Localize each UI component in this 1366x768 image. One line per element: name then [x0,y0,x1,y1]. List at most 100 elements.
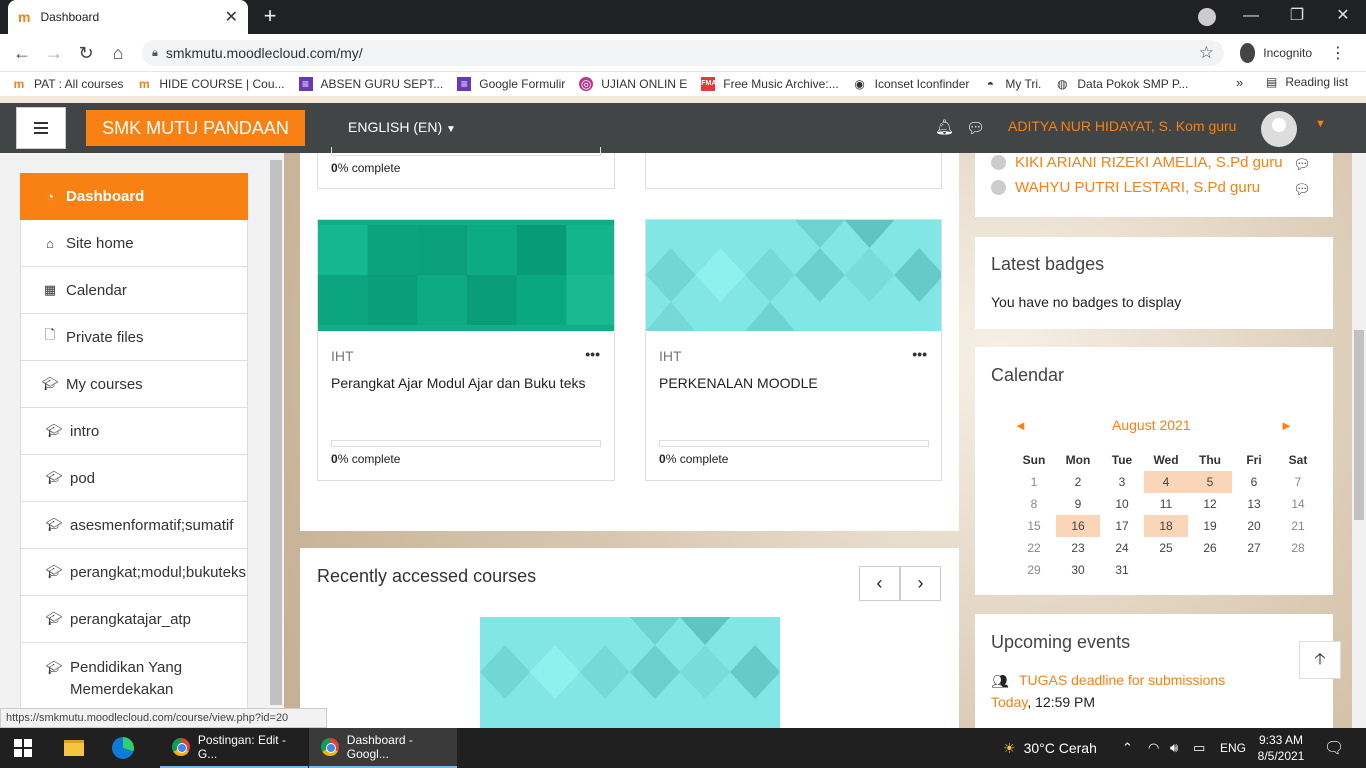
drawer-item-site-home[interactable]: ⌂ Site home [20,220,248,267]
site-brand[interactable]: SMK MUTU PANDAAN [86,110,305,146]
course-card-partial[interactable]: 0% complete [317,147,615,189]
menu-kebab-icon[interactable]: ⋮ [1330,43,1346,63]
url-bar[interactable]: 🔒︎ smkmutu.moodlecloud.com/my/ ☆ [142,40,1224,66]
calendar-day[interactable]: 3 [1100,471,1144,493]
course-card[interactable]: IHT ••• PERKENALAN MOODLE 0% complete [645,219,942,481]
minimize-icon[interactable]: — [1228,0,1274,34]
next-button[interactable]: › [900,566,941,601]
messages-icon[interactable]: 💬︎ [966,119,985,137]
bookmark-item[interactable]: ≡ ABSEN GURU SEPT... [298,77,443,91]
drawer-course-item[interactable]: 🎓︎ perangkatajar_atp [20,596,248,643]
calendar-day[interactable]: 22 [1012,537,1056,559]
calendar-day[interactable]: 17 [1100,515,1144,537]
calendar-day[interactable]: 4 [1144,471,1188,493]
more-bookmarks-icon[interactable]: » [1236,75,1243,90]
calendar-day[interactable]: 29 [1012,559,1056,581]
user-name[interactable]: ADITYA NUR HIDAYAT, S. Kom guru [1008,118,1236,134]
bookmark-item[interactable]: ◓ My Tri. [983,77,1042,91]
drawer-course-item[interactable]: 🎓︎ Pendidikan Yang Memerdekakan [20,643,248,709]
calendar-day[interactable]: 15 [1012,515,1056,537]
wifi-icon[interactable]: ◠ [1148,728,1159,768]
calendar-day[interactable]: 2 [1056,471,1100,493]
calendar-day[interactable]: 5 [1188,471,1232,493]
bell-icon[interactable]: 🔔︎ [935,118,954,136]
bookmark-item[interactable]: ◉ Iconset Iconfinder [853,77,969,91]
bookmark-item[interactable]: m HIDE COURSE | Cou... [137,77,285,91]
user-menu-caret-icon[interactable]: ▼ [1315,118,1326,130]
reading-list[interactable]: ▤ Reading list [1266,75,1348,89]
course-card-partial[interactable] [645,153,942,189]
drawer-course-item[interactable]: 🎓︎ perangkat;modul;bukuteks [20,549,248,596]
drawer-item-dashboard[interactable]: ◔ Dashboard [20,173,248,220]
prev-month-icon[interactable]: ◄ [1014,418,1027,433]
recent-course-image[interactable] [480,617,780,728]
calendar-day[interactable]: 24 [1100,537,1144,559]
drawer-course-item[interactable]: 🎓︎ intro [20,408,248,455]
course-title[interactable]: PERKENALAN MOODLE [659,372,919,394]
online-user[interactable]: WAHYU PUTRI LESTARI, S.Pd guru [991,179,1260,196]
calendar-day[interactable]: 23 [1056,537,1100,559]
home-icon[interactable]: ⌂ [104,39,132,67]
calendar-day[interactable]: 20 [1232,515,1276,537]
calendar-day[interactable]: 13 [1232,493,1276,515]
forward-icon[interactable]: → [40,39,68,67]
calendar-day[interactable]: 8 [1012,493,1056,515]
restore-icon[interactable]: ❐ [1274,0,1320,34]
profile-download-icon[interactable] [1198,8,1216,26]
edge-icon[interactable] [112,728,136,768]
language-indicator[interactable]: ENG [1220,728,1246,768]
taskbar-app-chrome-active[interactable]: Dashboard - Googl... [309,728,457,768]
tray-chevron-icon[interactable]: ⌃ [1122,728,1133,768]
calendar-day[interactable]: 30 [1056,559,1100,581]
calendar-day[interactable]: 21 [1276,515,1320,537]
avatar[interactable] [1261,111,1297,147]
calendar-day[interactable]: 11 [1144,493,1188,515]
bookmark-item[interactable]: ≡ Google Formulir [457,77,565,91]
new-tab-icon[interactable]: + [258,4,282,28]
windows-start-icon[interactable] [14,728,34,768]
calendar-day[interactable]: 25 [1144,537,1188,559]
calendar-day[interactable]: 12 [1188,493,1232,515]
language-menu[interactable]: ENGLISH (EN) ▼ [348,119,456,135]
calendar-day[interactable]: 28 [1276,537,1320,559]
bookmark-item[interactable]: m PAT : All courses [12,77,124,91]
calendar-day[interactable]: 31 [1100,559,1144,581]
notification-icon[interactable]: 🗨︎ [1324,728,1344,768]
event-link[interactable]: TUGAS deadline for submissions [1019,672,1225,688]
online-user[interactable]: KIKI ARIANI RIZEKI AMELIA, S.Pd guru [991,154,1283,171]
lock-icon[interactable]: 🔒︎ [152,47,158,60]
browser-tab[interactable]: m Dashboard ✕ [8,0,248,34]
course-card[interactable]: IHT ••• Perangkat Ajar Modul Ajar dan Bu… [317,219,615,481]
taskbar-app-chrome[interactable]: Postingan: Edit - G... [160,728,308,768]
hamburger-menu-icon[interactable] [16,107,66,149]
bookmark-star-icon[interactable]: ☆ [1199,43,1214,63]
drawer-scrollbar[interactable] [270,160,282,705]
drawer-course-item[interactable]: 🎓︎ asesmenformatif;sumatif [20,502,248,549]
drawer-item-private-files[interactable]: 🗋︎ Private files [20,314,248,361]
calendar-day[interactable]: 26 [1188,537,1232,559]
next-month-icon[interactable]: ► [1280,418,1293,433]
weather-widget[interactable]: ☀ 30°C Cerah [1003,728,1097,768]
drawer-item-calendar[interactable]: ▦ Calendar [20,267,248,314]
bookmark-item[interactable]: ◎ UJIAN ONLIN E [579,77,687,91]
calendar-day[interactable]: 9 [1056,493,1100,515]
today-link[interactable]: Today [991,694,1027,710]
reload-icon[interactable]: ↻ [72,39,100,67]
calendar-day[interactable]: 19 [1188,515,1232,537]
calendar-day[interactable]: 10 [1100,493,1144,515]
course-image[interactable] [318,220,614,331]
drawer-course-item[interactable]: 🎓︎ pod [20,455,248,502]
previous-button[interactable]: ‹ [859,566,900,601]
course-actions-icon[interactable]: ••• [912,346,927,362]
course-title[interactable]: Perangkat Ajar Modul Ajar dan Buku teks [331,372,591,394]
close-window-icon[interactable]: ✕ [1320,0,1366,34]
calendar-day[interactable]: 6 [1232,471,1276,493]
course-actions-icon[interactable]: ••• [585,346,600,362]
clock[interactable]: 9:33 AM 8/5/2021 [1258,728,1305,768]
message-user-icon[interactable]: 💬︎ [1293,181,1311,198]
volume-icon[interactable]: 🔊︎ [1170,728,1178,768]
calendar-day[interactable]: 18 [1144,515,1188,537]
calendar-day[interactable]: 14 [1276,493,1320,515]
bookmark-item[interactable]: ◍ Data Pokok SMP P... [1055,77,1188,91]
bookmark-item[interactable]: FMA Free Music Archive:... [701,77,839,91]
